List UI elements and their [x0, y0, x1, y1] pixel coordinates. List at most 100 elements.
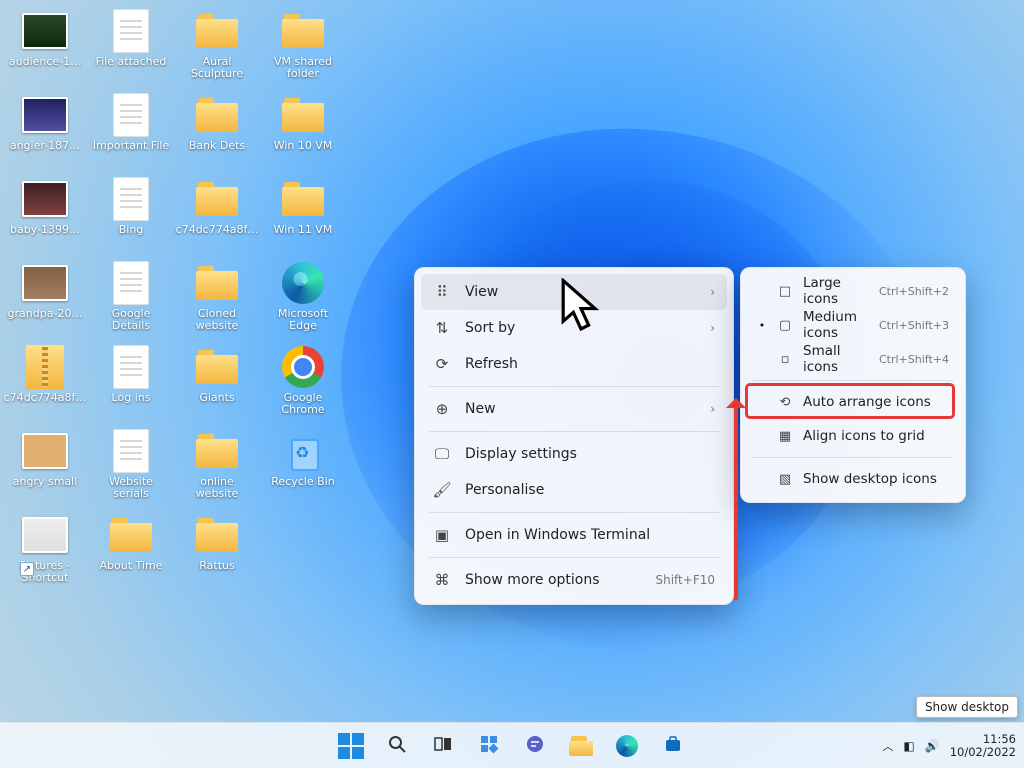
desktop-icon-label: Recycle Bin: [271, 476, 334, 488]
desktop-icon[interactable]: Aural Sculpture: [178, 8, 256, 90]
sub-medium-icons[interactable]: •▢Medium iconsCtrl+Shift+3: [747, 308, 959, 342]
grid-icon: ⠿: [433, 283, 451, 301]
desktop-icon[interactable]: Important File: [92, 92, 170, 174]
menu-item-label: View: [465, 284, 696, 300]
chat-icon: [525, 734, 545, 758]
display-icon: 🖵: [433, 445, 451, 463]
ctx-display-settings[interactable]: 🖵Display settings: [421, 436, 727, 472]
desktop-icon[interactable]: Recycle Bin: [264, 428, 342, 510]
file-icon: [107, 428, 155, 474]
desktop-icon[interactable]: File attached: [92, 8, 170, 90]
file-icon: [107, 176, 155, 222]
separator: [429, 557, 719, 558]
desktop-icon[interactable]: Bing: [92, 176, 170, 258]
network-icon[interactable]: ◧: [903, 739, 914, 753]
sub-show-desktop-icons[interactable]: ▧Show desktop icons: [747, 462, 959, 496]
sub-large-icons[interactable]: □Large iconsCtrl+Shift+2: [747, 274, 959, 308]
desktop-icon-label: online website: [196, 476, 239, 500]
submenu-item-label: Align icons to grid: [803, 428, 949, 444]
menu-item-tail: ›: [710, 321, 715, 335]
menu-item-label: Refresh: [465, 356, 715, 372]
desktop-icon[interactable]: ↗Pictures - Shortcut: [6, 512, 84, 594]
taskbar-edge-button[interactable]: [607, 726, 647, 766]
zip-icon: [21, 344, 69, 390]
desktop-icon[interactable]: VM shared folder: [264, 8, 342, 90]
menu-item-label: Sort by: [465, 320, 696, 336]
folder-icon: [193, 260, 241, 306]
desktop-icon[interactable]: Microsoft Edge: [264, 260, 342, 342]
volume-icon[interactable]: 🔊: [925, 739, 940, 753]
desktop-icon[interactable]: Win 11 VM: [264, 176, 342, 258]
menu-item-label: New: [465, 401, 696, 417]
ctx-sort-by[interactable]: ⇅Sort by›: [421, 310, 727, 346]
ctx-show-more[interactable]: ⌘Show more optionsShift+F10: [421, 562, 727, 598]
desktop-icon[interactable]: c74dc774a8f…: [178, 176, 256, 258]
auto-arrange-icon: ⟲: [777, 394, 793, 410]
taskbar-store-button[interactable]: [653, 726, 693, 766]
view-submenu[interactable]: □Large iconsCtrl+Shift+2•▢Medium iconsCt…: [740, 267, 966, 503]
desktop-icon[interactable]: online website: [178, 428, 256, 510]
submenu-item-label: Auto arrange icons: [803, 394, 949, 410]
desktop-icon-label: Google Chrome: [281, 392, 324, 416]
desktop-icon-label: baby-1399…: [10, 224, 80, 236]
refresh-icon: ⟳: [433, 355, 451, 373]
desktop-icon-label: About Time: [100, 560, 163, 572]
taskbar-task-view-button[interactable]: [423, 726, 463, 766]
taskbar-start-button[interactable]: [331, 726, 371, 766]
photo-icon: [21, 8, 69, 54]
sub-small-icons[interactable]: ▫Small iconsCtrl+Shift+4: [747, 342, 959, 376]
desktop-icon[interactable]: angler-187…: [6, 92, 84, 174]
desktop-icon[interactable]: Bank Dets: [178, 92, 256, 174]
personalise-icon: 🖌: [433, 481, 451, 499]
ctx-personalise[interactable]: 🖌Personalise: [421, 472, 727, 508]
desktop-icon-label: Bank Dets: [189, 140, 245, 152]
desktop-icon[interactable]: Rattus: [178, 512, 256, 594]
desktop-icon[interactable]: Giants: [178, 344, 256, 426]
system-tray[interactable]: ︿ ◧ 🔊 11:56 10/02/2022: [882, 733, 1016, 759]
sub-auto-arrange[interactable]: ⟲ Auto arrange icons: [747, 385, 959, 419]
menu-item-label: Show more options: [465, 572, 641, 588]
file-icon: [107, 92, 155, 138]
desktop-icon[interactable]: Cloned website: [178, 260, 256, 342]
tray-chevron-icon[interactable]: ︿: [882, 738, 893, 754]
taskbar-file-explorer-button[interactable]: [561, 726, 601, 766]
taskbar: ︿ ◧ 🔊 11:56 10/02/2022: [0, 722, 1024, 768]
desktop-icon-label: File attached: [96, 56, 167, 68]
sub-align-grid[interactable]: ▦Align icons to grid: [747, 419, 959, 453]
desktop-icon[interactable]: c74dc774a8f…: [6, 344, 84, 426]
widgets-icon: [479, 734, 499, 758]
desktop-context-menu[interactable]: ⠿View›⇅Sort by›⟳Refresh⊕New›🖵Display set…: [414, 267, 734, 605]
sm-icons-icon: ▫: [777, 351, 793, 367]
taskbar-widgets-button[interactable]: [469, 726, 509, 766]
desktop-icon-label: VM shared folder: [274, 56, 332, 80]
ctx-open-terminal[interactable]: ▣Open in Windows Terminal: [421, 517, 727, 553]
desktop-icon[interactable]: About Time: [92, 512, 170, 594]
desktop-icon[interactable]: angry small: [6, 428, 84, 510]
file-icon: [107, 344, 155, 390]
taskbar-chat-button[interactable]: [515, 726, 555, 766]
terminal-icon: ▣: [433, 526, 451, 544]
folder-icon: [279, 176, 327, 222]
desktop-icon-label: Giants: [199, 392, 234, 404]
start-icon: [338, 733, 364, 759]
desktop-icon[interactable]: Google Chrome: [264, 344, 342, 426]
ctx-refresh[interactable]: ⟳ Refresh: [421, 346, 727, 382]
separator: [429, 431, 719, 432]
desktop-icon[interactable]: Win 10 VM: [264, 92, 342, 174]
desktop-icon[interactable]: Google Details: [92, 260, 170, 342]
folder-icon: [193, 92, 241, 138]
recycle-icon: [279, 428, 327, 474]
desktop-icon-label: Important File: [93, 140, 169, 152]
desktop-icon[interactable]: Log ins: [92, 344, 170, 426]
clock[interactable]: 11:56 10/02/2022: [950, 733, 1016, 759]
desktop-icon-label: Bing: [119, 224, 144, 236]
ctx-new[interactable]: ⊕New›: [421, 391, 727, 427]
taskbar-search-button[interactable]: [377, 726, 417, 766]
desktop-icon[interactable]: baby-1399…: [6, 176, 84, 258]
folder-icon: [193, 344, 241, 390]
desktop-icon[interactable]: audience-1…: [6, 8, 84, 90]
desktop-icon-label: grandpa-20…: [8, 308, 83, 320]
desktop-icon[interactable]: Website serials: [92, 428, 170, 510]
desktop-icon[interactable]: grandpa-20…: [6, 260, 84, 342]
ctx-view[interactable]: ⠿View›: [421, 274, 727, 310]
